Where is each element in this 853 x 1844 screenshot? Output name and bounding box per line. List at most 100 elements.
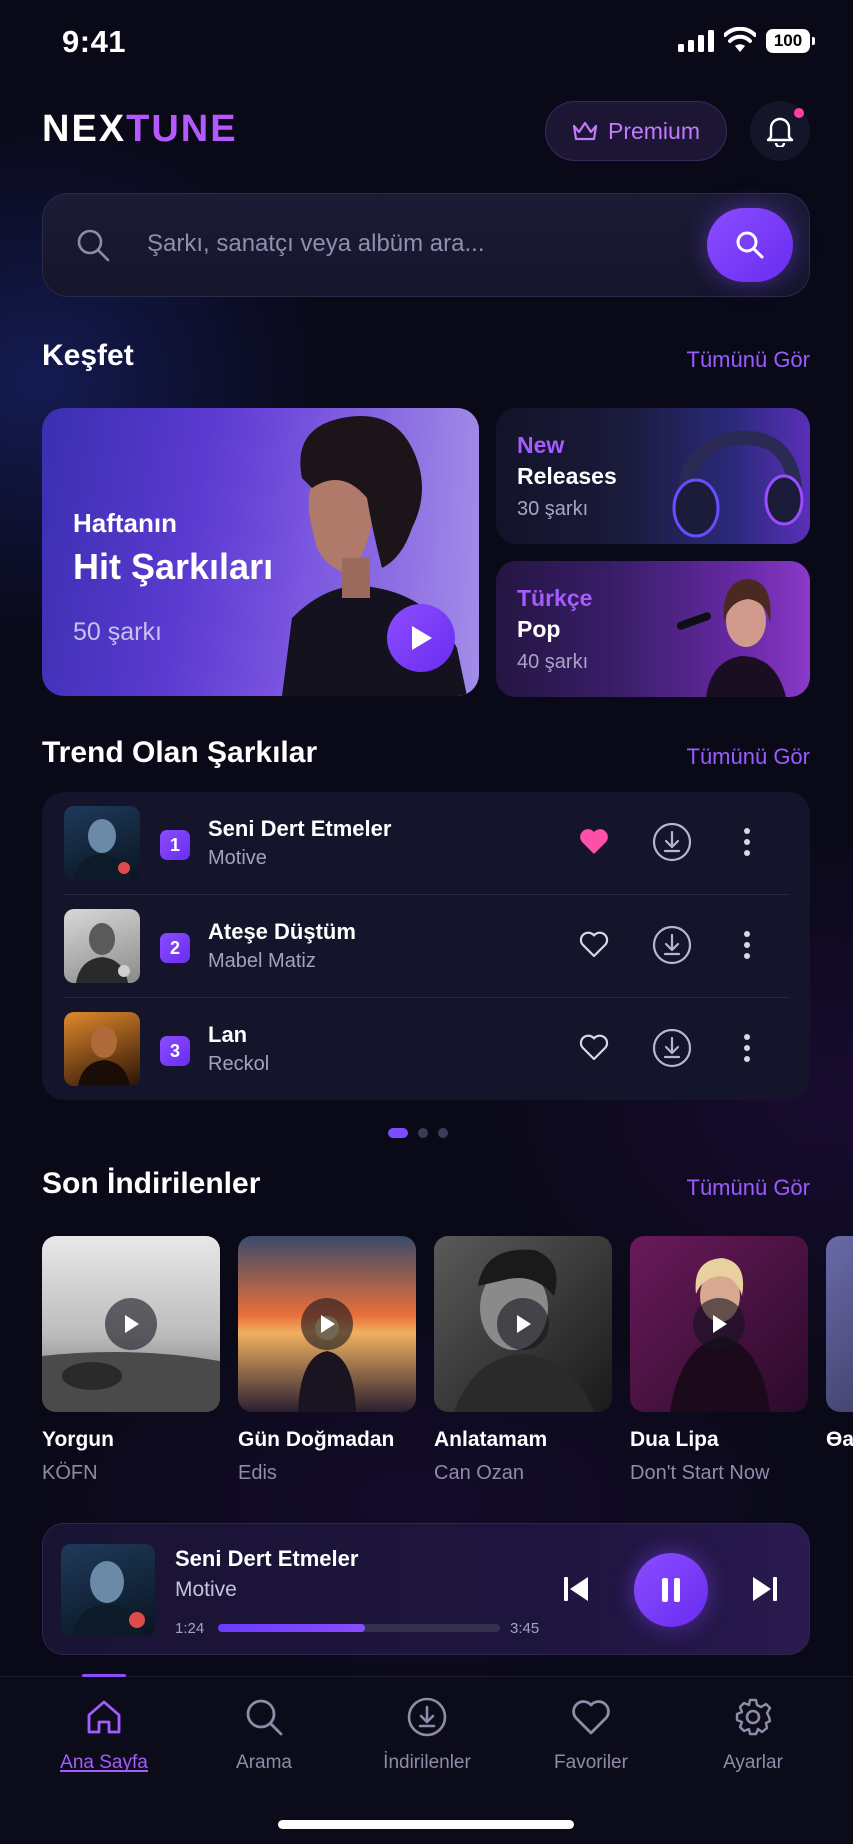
download-item[interactable]: Өa	[826, 1236, 853, 1452]
tab-search[interactable]: Arama	[194, 1694, 334, 1774]
song-title: Seni Dert Etmeler	[208, 816, 392, 841]
album-cover	[64, 806, 140, 880]
download-title: Dua Lipa	[630, 1428, 719, 1451]
tab-label: Ayarlar	[723, 1752, 783, 1773]
new-releases-card[interactable]: New Releases 30 şarkı	[496, 408, 810, 544]
more-options-icon[interactable]	[742, 927, 752, 963]
download-icon[interactable]	[652, 1028, 692, 1068]
search-bar	[42, 193, 810, 297]
download-play-button[interactable]	[105, 1298, 157, 1350]
page-dot[interactable]	[418, 1128, 428, 1138]
pause-button[interactable]	[634, 1553, 708, 1627]
artist-portrait	[74, 819, 130, 880]
download-title: Anlatamam	[434, 1428, 548, 1451]
previous-track-icon[interactable]	[562, 1574, 590, 1604]
featured-playlist-card[interactable]: Haftanın Hit Şarkıları 50 şarkı	[42, 408, 479, 696]
home-indicator	[278, 1820, 574, 1829]
artist-portrait	[78, 1026, 130, 1086]
download-artist: KÖFN	[42, 1462, 98, 1484]
crown-icon	[572, 121, 598, 141]
downloads-title: Son İndirilenler	[42, 1167, 261, 1200]
trending-row[interactable]: 1 Seni Dert Etmeler Motive	[42, 792, 810, 894]
heart-outline-icon[interactable]	[578, 929, 610, 959]
trending-see-all-link[interactable]: Tümünü Gör	[687, 744, 811, 770]
download-item[interactable]: Dua Lipa Don't Start Now	[630, 1236, 808, 1485]
download-play-button[interactable]	[693, 1298, 745, 1350]
next-track-icon[interactable]	[751, 1574, 779, 1604]
search-submit-button[interactable]	[707, 208, 793, 282]
downloads-see-all-link[interactable]: Tümünü Gör	[687, 1175, 811, 1201]
card-count: 30 şarkı	[517, 498, 589, 520]
heart-icon	[572, 1700, 610, 1735]
pause-icon	[662, 1578, 680, 1602]
premium-label: Premium	[607, 117, 700, 144]
song-title: Lan	[208, 1022, 248, 1047]
current-time: 1:24	[175, 1620, 205, 1637]
download-artist: Can Ozan	[434, 1462, 525, 1484]
tab-label: İndirilenler	[383, 1752, 471, 1773]
download-title: Өa	[826, 1428, 853, 1451]
trending-list: 1 Seni Dert Etmeler Motive 2 Ateşe Düştü…	[42, 792, 810, 1100]
premium-button[interactable]: Premium	[545, 101, 727, 161]
more-options-icon[interactable]	[742, 1030, 752, 1066]
song-artist: Mabel Matiz	[208, 950, 316, 972]
tab-label: Arama	[236, 1752, 292, 1773]
trending-title: Trend Olan Şarkılar	[42, 736, 318, 769]
album-cover	[64, 1012, 140, 1086]
heart-outline-icon[interactable]	[578, 1032, 610, 1062]
play-icon	[412, 626, 432, 650]
page-dot[interactable]	[438, 1128, 448, 1138]
download-icon[interactable]	[652, 925, 692, 965]
singer-image	[676, 579, 786, 697]
album-cover	[64, 909, 140, 983]
download-title: Gün Doğmadan	[238, 1428, 395, 1451]
card-title: Pop	[517, 616, 561, 642]
heart-filled-icon[interactable]	[578, 826, 610, 856]
artist-portrait	[73, 1561, 145, 1636]
more-options-icon[interactable]	[742, 824, 752, 860]
song-artist: Reckol	[208, 1053, 270, 1075]
tab-settings[interactable]: Ayarlar	[683, 1694, 823, 1774]
turkish-pop-card[interactable]: Türkçe Pop 40 şarkı	[496, 561, 810, 697]
card-accent: New	[517, 432, 565, 458]
app-logo: NEXTUNE	[42, 108, 238, 151]
download-item[interactable]: Anlatamam Can Ozan	[434, 1236, 612, 1485]
tab-downloads[interactable]: İndirilenler	[357, 1694, 497, 1774]
now-playing-title: Seni Dert Etmeler	[175, 1546, 359, 1571]
now-playing-cover	[61, 1544, 155, 1636]
download-cover	[434, 1236, 612, 1412]
card-count: 40 şarkı	[517, 651, 589, 673]
download-icon[interactable]	[652, 822, 692, 862]
download-play-button[interactable]	[497, 1298, 549, 1350]
card-accent: Türkçe	[517, 585, 593, 611]
featured-subtitle: Haftanın	[73, 508, 177, 538]
play-icon	[125, 1315, 139, 1333]
status-bar: 9:41 100	[0, 0, 853, 84]
gear-icon	[735, 1698, 772, 1736]
featured-play-button[interactable]	[387, 604, 455, 672]
download-play-button[interactable]	[301, 1298, 353, 1350]
tab-favorites[interactable]: Favoriler	[521, 1694, 661, 1774]
mini-player[interactable]: Seni Dert Etmeler Motive 1:24 3:45	[42, 1523, 810, 1655]
download-item[interactable]: Gün Doğmadan Edis	[238, 1236, 416, 1485]
rank-badge: 1	[160, 830, 190, 860]
rank-badge: 3	[160, 1036, 190, 1066]
discover-see-all-link[interactable]: Tümünü Gör	[687, 347, 811, 373]
now-playing-artist: Motive	[175, 1578, 237, 1601]
featured-title: Hit Şarkıları	[73, 546, 274, 587]
page-dot[interactable]	[388, 1128, 408, 1138]
play-icon	[517, 1315, 531, 1333]
progress-bar[interactable]	[218, 1624, 500, 1632]
tab-home[interactable]: Ana Sayfa	[34, 1694, 174, 1774]
search-input[interactable]	[147, 224, 627, 264]
trending-row[interactable]: 2 Ateşe Düştüm Mabel Matiz	[42, 895, 810, 997]
logo-part-1: NEX	[42, 108, 127, 150]
play-icon	[713, 1315, 727, 1333]
tab-label: Favoriler	[554, 1752, 628, 1773]
active-tab-indicator	[82, 1674, 126, 1677]
download-cover	[630, 1236, 808, 1412]
download-cover	[238, 1236, 416, 1412]
signal-icon	[678, 30, 714, 52]
download-item[interactable]: Yorgun KÖFN	[42, 1236, 220, 1485]
trending-row[interactable]: 3 Lan Reckol	[42, 998, 810, 1100]
